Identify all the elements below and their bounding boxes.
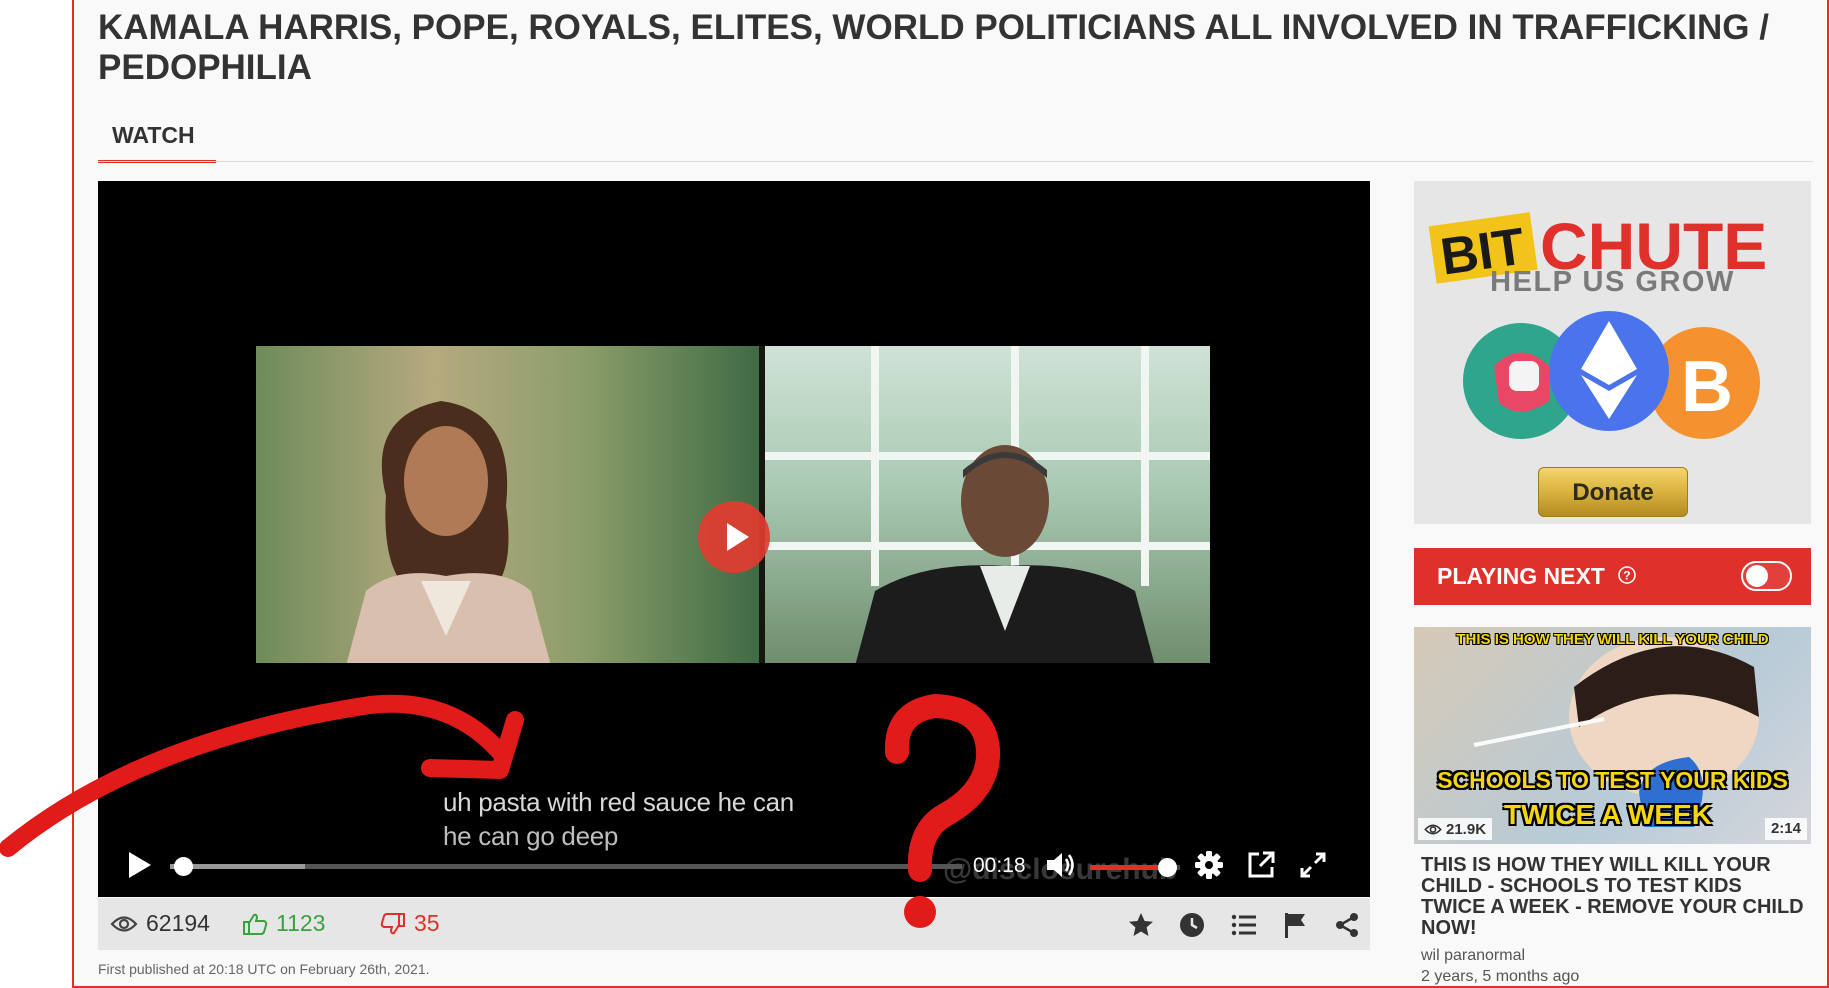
thumbnail-subheadline: TWICE A WEEK <box>1504 799 1712 830</box>
dislike-button[interactable]: 35 <box>380 910 440 937</box>
thumbnail-headline: SCHOOLS TO TEST YOUR KIDS <box>1437 767 1788 793</box>
thumbnail-view-count: 21.9K <box>1418 818 1493 840</box>
donate-button[interactable]: Donate <box>1538 467 1688 517</box>
next-video-card[interactable]: THIS IS HOW THEY WILL KILL YOUR CHILD SC… <box>1414 627 1811 988</box>
list-icon[interactable] <box>1229 910 1259 940</box>
gear-icon[interactable] <box>1192 848 1226 882</box>
next-video-age: 2 years, 5 months ago <box>1421 968 1580 985</box>
popout-icon[interactable] <box>1244 848 1278 882</box>
autoplay-toggle[interactable] <box>1741 561 1792 591</box>
volume-icon[interactable] <box>1045 850 1077 880</box>
progress-bar[interactable] <box>170 857 962 876</box>
progress-handle[interactable] <box>174 857 194 876</box>
page-title: KAMALA HARRIS, POPE, ROYALS, ELITES, WOR… <box>98 8 1769 87</box>
help-icon[interactable]: ? <box>1617 565 1637 585</box>
clock-icon[interactable] <box>1177 910 1207 940</box>
next-video-channel[interactable]: wil paranormal <box>1421 947 1525 965</box>
view-count-value: 62194 <box>146 910 210 936</box>
person-right-figure <box>855 445 1155 663</box>
eye-icon <box>1424 824 1442 834</box>
view-count: 62194 <box>110 910 210 937</box>
caption-line: uh pasta with red sauce he can <box>443 787 794 817</box>
tab-watch[interactable]: WATCH <box>98 118 216 163</box>
video-panel-left <box>256 346 759 663</box>
like-button[interactable]: 1123 <box>242 910 325 937</box>
play-icon[interactable] <box>125 848 155 882</box>
thumbnail-banner-text: THIS IS HOW THEY WILL KILL YOUR CHILD <box>1456 631 1769 648</box>
video-player[interactable]: uh pasta with red sauce he can he can go… <box>98 181 1370 897</box>
volume-slider[interactable] <box>1090 858 1180 877</box>
crypto-coins-graphic: B <box>1463 311 1760 439</box>
volume-handle[interactable] <box>1158 858 1178 877</box>
next-video-title[interactable]: THIS IS HOW THEY WILL KILL YOUR CHILD - … <box>1421 855 1806 939</box>
thumbs-up-icon <box>243 913 268 935</box>
donate-panel: BIT CHUTE HELP US GROW B Donate <box>1414 181 1811 524</box>
next-video-thumbnail[interactable]: THIS IS HOW THEY WILL KILL YOUR CHILD SC… <box>1414 627 1811 844</box>
person-left-figure <box>346 401 551 663</box>
video-stats-bar: 62194 1123 35 <box>98 898 1370 950</box>
svg-text:?: ? <box>1623 569 1630 583</box>
share-icon[interactable] <box>1332 910 1362 940</box>
fullscreen-icon[interactable] <box>1296 848 1330 882</box>
volume-level <box>1090 865 1168 870</box>
big-play-button[interactable] <box>698 501 770 573</box>
flag-icon[interactable] <box>1280 910 1310 940</box>
svg-text:B: B <box>1681 347 1733 427</box>
publish-date: First published at 20:18 UTC on February… <box>98 961 430 977</box>
thumbs-down-icon <box>380 912 405 934</box>
player-controls: 00:18 <box>98 836 1370 896</box>
playing-next-label: PLAYING NEXT <box>1437 563 1605 589</box>
star-icon[interactable] <box>1126 910 1156 940</box>
help-us-grow-text: HELP US GROW <box>1490 266 1735 298</box>
tab-divider <box>98 161 1813 162</box>
dislike-count: 35 <box>414 910 440 936</box>
thumbnail-view-value: 21.9K <box>1446 820 1487 838</box>
eye-icon <box>110 915 138 932</box>
playing-next-bar: PLAYING NEXT ? <box>1414 548 1811 605</box>
current-time: 00:18 <box>973 854 1026 877</box>
thumbnail-duration: 2:14 <box>1764 818 1807 840</box>
like-count: 1123 <box>276 910 326 936</box>
video-panel-right <box>765 346 1210 663</box>
